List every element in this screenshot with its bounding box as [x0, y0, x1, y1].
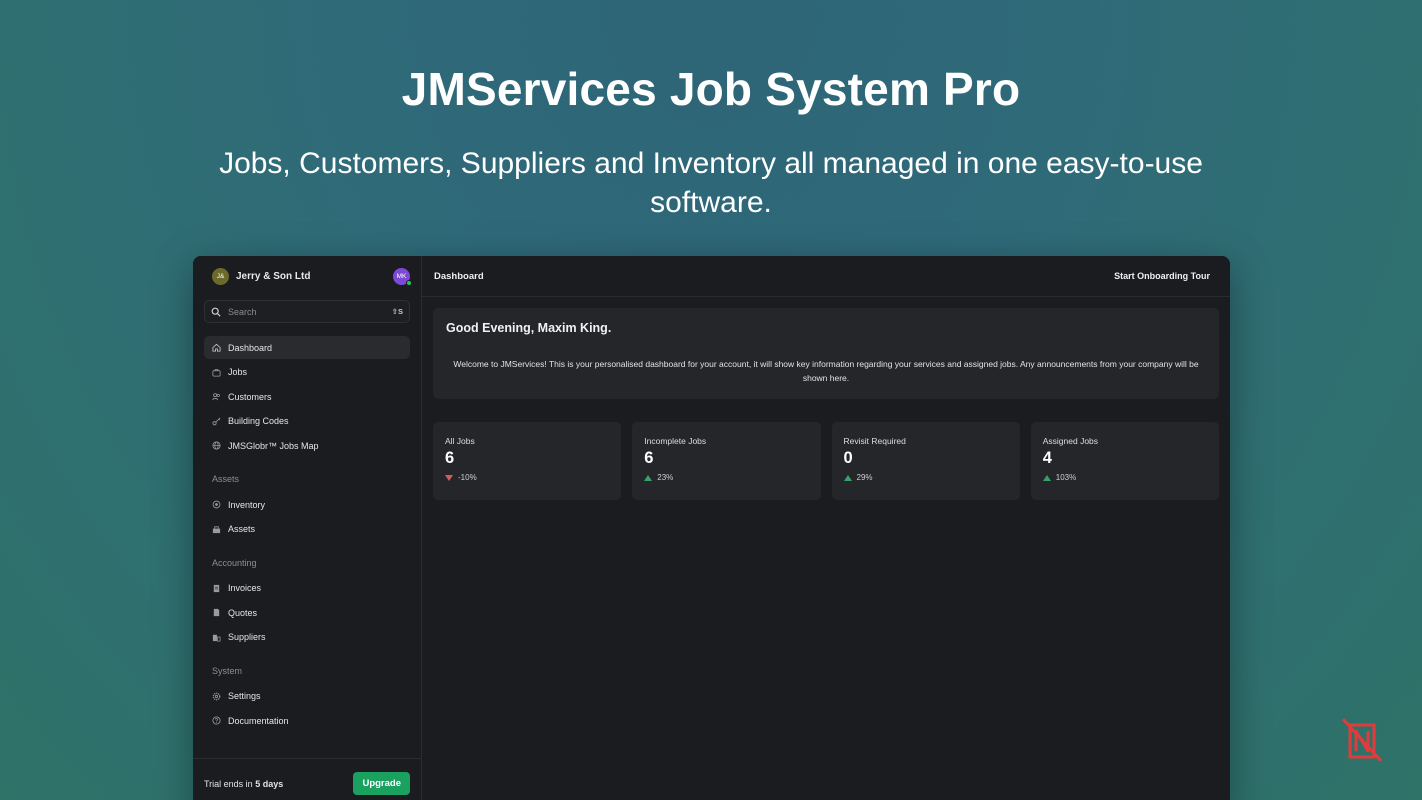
trend-up-icon	[843, 474, 852, 481]
sidebar-item-label: Assets	[228, 524, 256, 534]
sidebar-item-jobs-map[interactable]: JMSGlobr™ Jobs Map	[204, 434, 410, 457]
stat-value: 4	[1042, 449, 1052, 467]
section-label-system: System	[212, 665, 243, 676]
stat-change-value: 29%	[856, 473, 873, 482]
sidebar-item-documentation[interactable]: Documentation	[204, 709, 410, 732]
gear-icon	[212, 692, 221, 701]
stat-change-value: -10%	[458, 473, 477, 482]
sidebar-item-label: JMSGlobr™ Jobs Map	[228, 440, 319, 451]
stat-label: Incomplete Jobs	[644, 436, 707, 446]
org-name: Jerry & Son Ltd	[236, 270, 311, 282]
sidebar-item-quotes[interactable]: Quotes	[204, 601, 410, 624]
sidebar-item-dashboard[interactable]: Dashboard	[204, 336, 410, 359]
stat-change: -10%	[445, 473, 609, 482]
stat-card-assigned-jobs[interactable]: Assigned Jobs 4 103%	[1030, 422, 1219, 500]
stat-change-value: 103%	[1055, 473, 1077, 482]
hero-title: JMServices Job System Pro	[401, 63, 1021, 115]
sidebar-item-label: Inventory	[228, 499, 266, 510]
trial-banner: Trial ends in 5 days Upgrade	[193, 758, 421, 800]
org-switcher[interactable]: J& Jerry & Son Ltd MK	[193, 256, 421, 296]
sidebar-item-label: Settings	[228, 691, 261, 701]
sidebar-item-assets[interactable]: Assets	[204, 518, 410, 541]
stat-change: 29%	[843, 473, 1008, 482]
help-icon	[212, 716, 221, 725]
toolbox-icon	[212, 525, 221, 534]
building-icon	[212, 633, 221, 642]
stat-value: 6	[445, 449, 455, 467]
avatar[interactable]: MK	[393, 267, 412, 286]
sidebar: J& Jerry & Son Ltd MK ⇧S Dashboard Jobs	[193, 256, 422, 800]
sidebar-item-building-codes[interactable]: Building Codes	[204, 410, 410, 433]
sidebar-item-label: Suppliers	[228, 632, 266, 642]
trend-up-icon	[1042, 474, 1051, 481]
avatar-initials: MK	[396, 272, 407, 280]
trial-days: 5 days	[255, 778, 284, 789]
welcome-card: Good Evening, Maxim King. Welcome to JMS…	[433, 308, 1219, 399]
app-window: J& Jerry & Son Ltd MK ⇧S Dashboard Jobs	[193, 256, 1230, 800]
users-icon	[212, 392, 221, 401]
stat-change-value: 23%	[657, 473, 674, 482]
stat-value: 0	[843, 449, 853, 467]
stat-value: 6	[644, 449, 654, 467]
quote-icon	[212, 608, 221, 617]
stat-card-incomplete-jobs[interactable]: Incomplete Jobs 6 23%	[632, 422, 821, 500]
globe-icon	[212, 441, 221, 450]
briefcase-icon	[212, 368, 221, 377]
invoice-icon	[212, 584, 221, 593]
search-box[interactable]: ⇧S	[204, 300, 410, 323]
sidebar-item-label: Building Codes	[228, 416, 289, 426]
online-status-dot	[406, 279, 412, 286]
welcome-message: Welcome to JMServices! This is your pers…	[453, 359, 1199, 383]
search-shortcut: ⇧S	[391, 307, 403, 316]
trial-text: Trial ends in 5 days	[204, 779, 353, 789]
main-content: Dashboard Start Onboarding Tour Good Eve…	[422, 256, 1230, 800]
sidebar-item-label: Customers	[228, 391, 272, 402]
greeting: Good Evening, Maxim King.	[446, 321, 612, 335]
stat-change: 23%	[644, 473, 808, 482]
stat-change: 103%	[1042, 473, 1207, 482]
sidebar-item-settings[interactable]: Settings	[204, 685, 410, 708]
sidebar-item-inventory[interactable]: Inventory	[204, 493, 410, 516]
sidebar-item-label: Invoices	[228, 583, 262, 593]
search-input[interactable]	[228, 306, 392, 317]
stats-row: All Jobs 6 -10% Incomplete Jobs 6 23% Re…	[433, 422, 1219, 500]
sidebar-item-label: Quotes	[228, 607, 258, 618]
home-icon	[212, 343, 221, 352]
sidebar-nav: Dashboard Jobs Customers Building Codes …	[193, 336, 421, 732]
stat-card-all-jobs[interactable]: All Jobs 6 -10%	[433, 422, 622, 500]
trial-prefix: Trial ends in	[204, 778, 256, 789]
sidebar-item-label: Dashboard	[228, 342, 273, 353]
trend-down-icon	[445, 474, 453, 481]
box-icon	[212, 500, 221, 509]
hero-subtitle: Jobs, Customers, Suppliers and Inventory…	[219, 147, 1203, 219]
topbar: Dashboard Start Onboarding Tour	[422, 256, 1230, 297]
section-label-assets: Assets	[212, 474, 240, 484]
brand-logo-icon	[1341, 717, 1383, 763]
sidebar-item-customers[interactable]: Customers	[204, 385, 410, 408]
sidebar-item-suppliers[interactable]: Suppliers	[204, 626, 410, 649]
section-label-accounting: Accounting	[212, 557, 257, 568]
page-title: Dashboard	[434, 270, 484, 282]
search-icon	[211, 307, 221, 317]
sidebar-item-label: Jobs	[228, 367, 248, 377]
sidebar-item-jobs[interactable]: Jobs	[204, 361, 410, 384]
key-icon	[212, 417, 221, 426]
onboarding-tour-button[interactable]: Start Onboarding Tour	[1114, 271, 1210, 281]
stat-label: Assigned Jobs	[1042, 436, 1099, 446]
org-logo: J&	[212, 267, 229, 285]
sidebar-item-invoices[interactable]: Invoices	[204, 577, 410, 600]
upgrade-button[interactable]: Upgrade	[353, 772, 410, 795]
stat-label: All Jobs	[445, 436, 475, 446]
stat-label: Revisit Required	[843, 436, 906, 446]
sidebar-item-label: Documentation	[228, 715, 289, 726]
trend-up-icon	[644, 474, 653, 481]
stat-card-revisit-required[interactable]: Revisit Required 0 29%	[831, 422, 1020, 500]
